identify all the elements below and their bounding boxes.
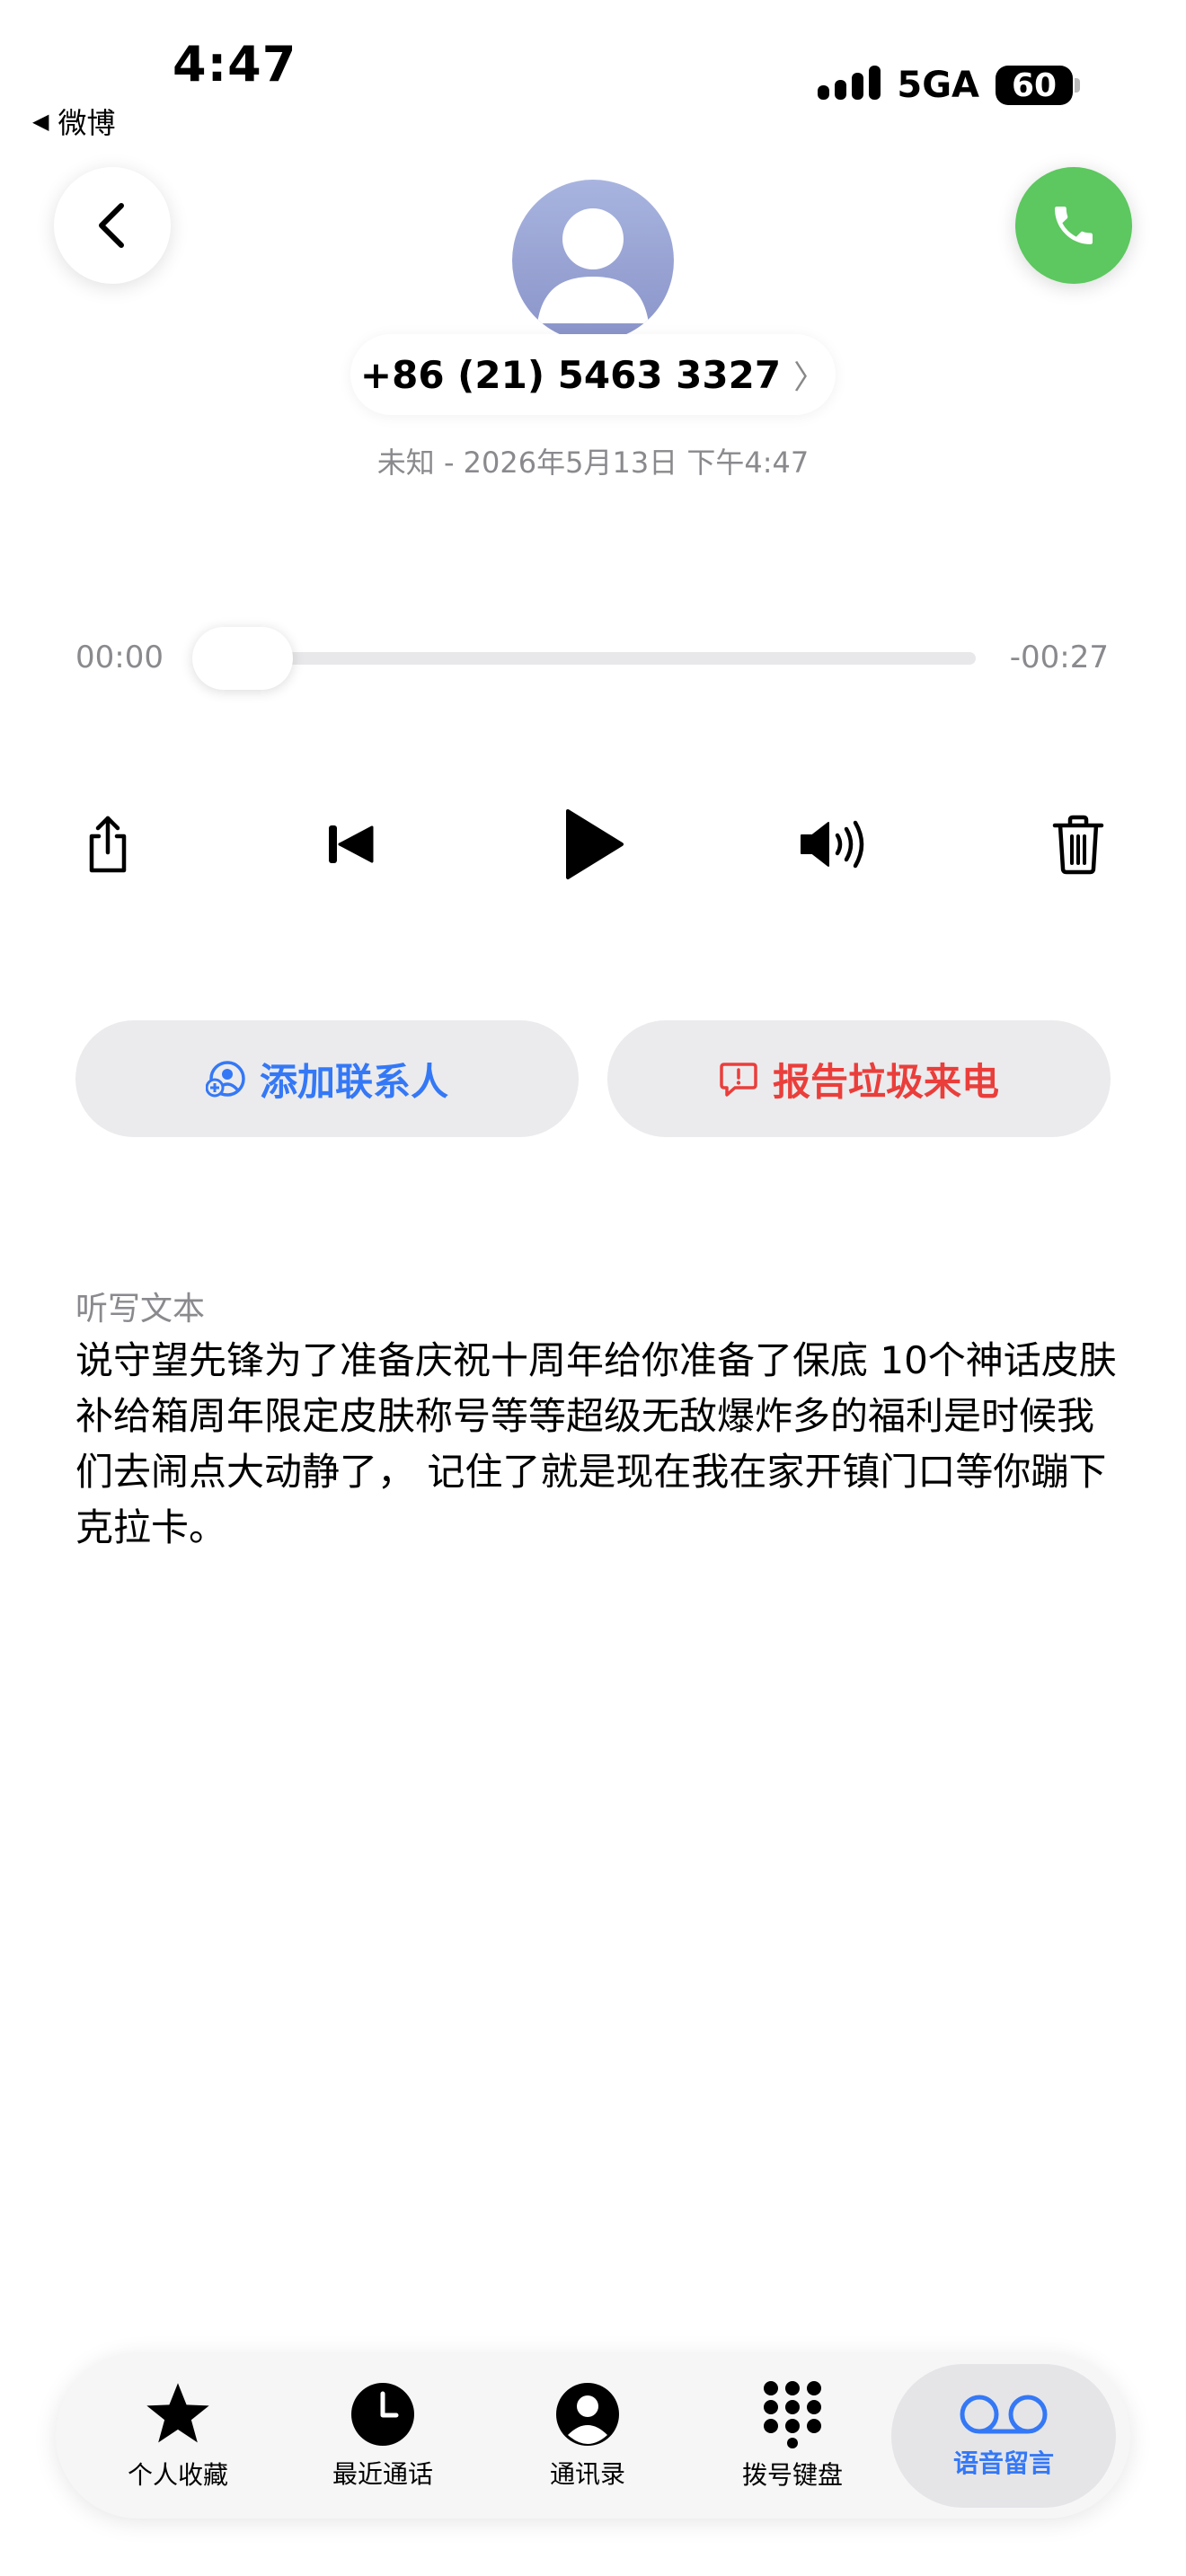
- back-button[interactable]: [54, 167, 171, 284]
- tab-contacts[interactable]: 通讯录: [498, 2353, 677, 2519]
- phone-number: +86 (21) 5463 3327: [359, 352, 782, 397]
- chevron-left-icon: [99, 203, 124, 248]
- call-meta: 未知 - 2026年5月13日 下午4:47: [376, 446, 810, 480]
- playback-scrubber-handle[interactable]: [192, 627, 293, 690]
- tab-bar: 个人收藏 最近通话 通讯录 拨号键盘 语音留言: [56, 2353, 1130, 2519]
- skip-back-icon: [329, 825, 374, 863]
- tab-keypad[interactable]: 拨号键盘: [703, 2353, 882, 2519]
- add-person-icon: [205, 1061, 245, 1098]
- delete-button[interactable]: [1042, 799, 1114, 889]
- call-button[interactable]: [1015, 167, 1132, 284]
- report-spam-label: 报告垃圾来电: [772, 1059, 999, 1104]
- elapsed-time: 00:00: [75, 640, 164, 675]
- star-icon: [146, 2383, 209, 2443]
- status-indicators: 5GA 60: [818, 65, 1080, 106]
- remaining-time: -00:27: [1009, 640, 1109, 675]
- add-contact-button[interactable]: 添加联系人: [75, 1020, 579, 1137]
- share-button[interactable]: [72, 799, 144, 889]
- transcript-label: 听写文本: [75, 1291, 206, 1328]
- back-to-app-link[interactable]: ◀ 微博: [32, 101, 115, 142]
- tab-label: 最近通话: [332, 2459, 433, 2489]
- phone-number-button[interactable]: +86 (21) 5463 3327 〉: [350, 334, 836, 415]
- transcript-text: 说守望先锋为了准备庆祝十周年给你准备了保底 10个神话皮肤补给箱周年限定皮肤称号…: [75, 1338, 1117, 1549]
- person-silhouette-icon: [537, 208, 649, 323]
- playback-track[interactable]: [194, 652, 976, 665]
- person-circle-icon: [556, 2383, 619, 2446]
- play-button[interactable]: [548, 799, 638, 889]
- network-type: 5GA: [897, 65, 979, 106]
- share-icon: [89, 816, 127, 873]
- speaker-icon: [801, 820, 864, 869]
- report-bubble-icon: [720, 1063, 757, 1097]
- battery-level: 60: [1011, 66, 1058, 104]
- add-contact-label: 添加联系人: [259, 1059, 448, 1104]
- tab-favorites[interactable]: 个人收藏: [88, 2353, 268, 2519]
- tab-recents[interactable]: 最近通话: [293, 2353, 473, 2519]
- keypad-icon: [764, 2381, 821, 2448]
- phone-icon: [1055, 207, 1093, 244]
- play-icon: [566, 809, 624, 879]
- battery-icon: 60: [996, 66, 1080, 105]
- tab-label: 语音留言: [952, 2448, 1054, 2478]
- trash-icon: [1052, 815, 1104, 875]
- status-time: 4:47: [173, 36, 297, 93]
- report-spam-button[interactable]: 报告垃圾来电: [607, 1020, 1111, 1137]
- tab-label: 通讯录: [549, 2459, 625, 2489]
- chevron-right-icon: 〉: [793, 359, 827, 396]
- signal-icon: [818, 66, 881, 105]
- contact-avatar: [512, 180, 674, 341]
- voicemail-icon: [960, 2395, 1048, 2434]
- back-triangle-icon: ◀: [32, 109, 49, 134]
- tab-label: 个人收藏: [127, 2460, 228, 2490]
- back-app-label: 微博: [58, 106, 116, 140]
- clock-icon: [351, 2383, 414, 2446]
- tab-voicemail[interactable]: 语音留言: [891, 2353, 1116, 2519]
- speaker-button[interactable]: [791, 799, 881, 889]
- skip-back-button[interactable]: [314, 799, 386, 889]
- tab-label: 拨号键盘: [741, 2460, 843, 2490]
